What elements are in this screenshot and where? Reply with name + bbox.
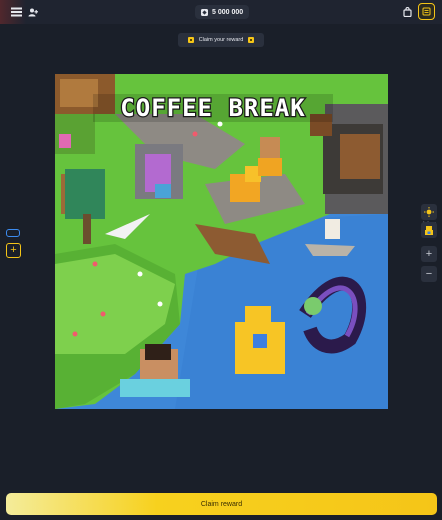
menu-icon[interactable] <box>8 4 24 20</box>
claim-reward-button-label: Claim reward <box>200 500 243 508</box>
zoom-out-button[interactable]: − <box>421 266 437 282</box>
coin-icon <box>201 8 208 16</box>
reward-left-icon <box>187 37 194 43</box>
zoom-in-button[interactable]: + <box>421 246 437 262</box>
notes-icon[interactable] <box>418 3 435 20</box>
nft-artwork: COFFEE BREAK <box>55 74 388 409</box>
claim-reward-button[interactable]: Claim reward <box>6 493 437 515</box>
top-bar: 5 000 000 <box>0 0 442 24</box>
friends-icon[interactable] <box>26 4 40 20</box>
claim-banner-label: Claim your reward <box>198 37 244 43</box>
duck-avatar-icon[interactable] <box>421 222 437 238</box>
balance-value: 5 000 000 <box>212 8 244 16</box>
bag-icon[interactable] <box>401 4 413 20</box>
view-toggle[interactable] <box>6 229 20 237</box>
artwork-title: COFFEE BREAK <box>120 94 305 122</box>
sun-icon[interactable] <box>421 204 437 220</box>
reward-right-icon <box>248 37 255 43</box>
claim-reward-banner[interactable]: Claim your reward <box>178 33 264 47</box>
artwork-image: COFFEE BREAK <box>55 74 388 409</box>
add-button[interactable]: + <box>6 243 21 258</box>
balance-badge[interactable]: 5 000 000 <box>195 5 250 19</box>
right-panel-avatar[interactable] <box>421 222 437 238</box>
